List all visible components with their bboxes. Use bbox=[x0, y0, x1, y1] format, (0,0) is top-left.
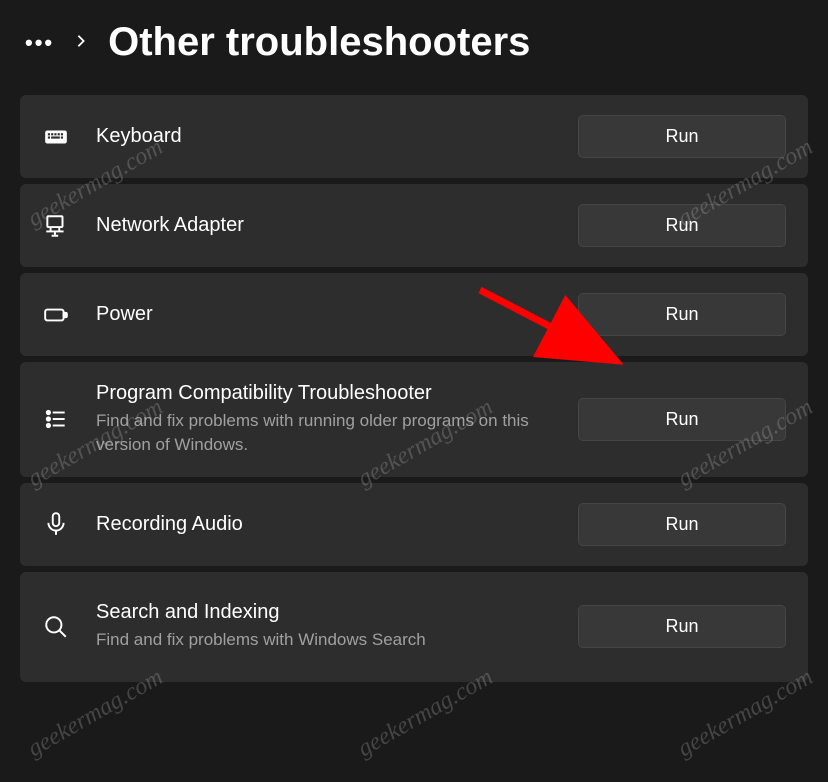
run-button-network-adapter[interactable]: Run bbox=[578, 204, 786, 247]
power-icon bbox=[42, 301, 70, 329]
item-text: Search and Indexing Find and fix problem… bbox=[96, 601, 552, 652]
program-compatibility-icon bbox=[42, 405, 70, 433]
item-text: Power bbox=[96, 303, 552, 326]
item-title: Search and Indexing bbox=[96, 601, 552, 624]
run-button-search-indexing[interactable]: Run bbox=[578, 605, 786, 648]
item-description: Find and fix problems with Windows Searc… bbox=[96, 628, 552, 652]
run-button-recording-audio[interactable]: Run bbox=[578, 503, 786, 546]
item-text: Program Compatibility Troubleshooter Fin… bbox=[96, 382, 552, 457]
troubleshooter-item-keyboard: Keyboard Run bbox=[20, 95, 808, 178]
chevron-right-icon bbox=[74, 32, 88, 53]
breadcrumb-header: ••• Other troubleshooters bbox=[0, 0, 828, 95]
item-text: Network Adapter bbox=[96, 214, 552, 237]
troubleshooter-item-recording-audio: Recording Audio Run bbox=[20, 483, 808, 566]
network-adapter-icon bbox=[42, 212, 70, 240]
troubleshooter-item-program-compatibility: Program Compatibility Troubleshooter Fin… bbox=[20, 362, 808, 477]
item-title: Program Compatibility Troubleshooter bbox=[96, 382, 552, 405]
item-text: Recording Audio bbox=[96, 513, 552, 536]
troubleshooter-list: Keyboard Run Network Adapter Run bbox=[0, 95, 828, 682]
item-title: Recording Audio bbox=[96, 513, 552, 536]
troubleshooter-item-power: Power Run bbox=[20, 273, 808, 356]
microphone-icon bbox=[42, 510, 70, 538]
item-description: Find and fix problems with running older… bbox=[96, 409, 552, 457]
run-button-keyboard[interactable]: Run bbox=[578, 115, 786, 158]
troubleshooter-item-network-adapter: Network Adapter Run bbox=[20, 184, 808, 267]
item-title: Keyboard bbox=[96, 125, 552, 148]
page-title: Other troubleshooters bbox=[108, 20, 530, 65]
keyboard-icon bbox=[42, 123, 70, 151]
troubleshooter-item-search-indexing: Search and Indexing Find and fix problem… bbox=[20, 572, 808, 682]
item-text: Keyboard bbox=[96, 125, 552, 148]
search-icon bbox=[42, 613, 70, 641]
item-title: Network Adapter bbox=[96, 214, 552, 237]
item-title: Power bbox=[96, 303, 552, 326]
run-button-power[interactable]: Run bbox=[578, 293, 786, 336]
breadcrumb-ellipsis[interactable]: ••• bbox=[25, 30, 54, 56]
run-button-program-compatibility[interactable]: Run bbox=[578, 398, 786, 441]
